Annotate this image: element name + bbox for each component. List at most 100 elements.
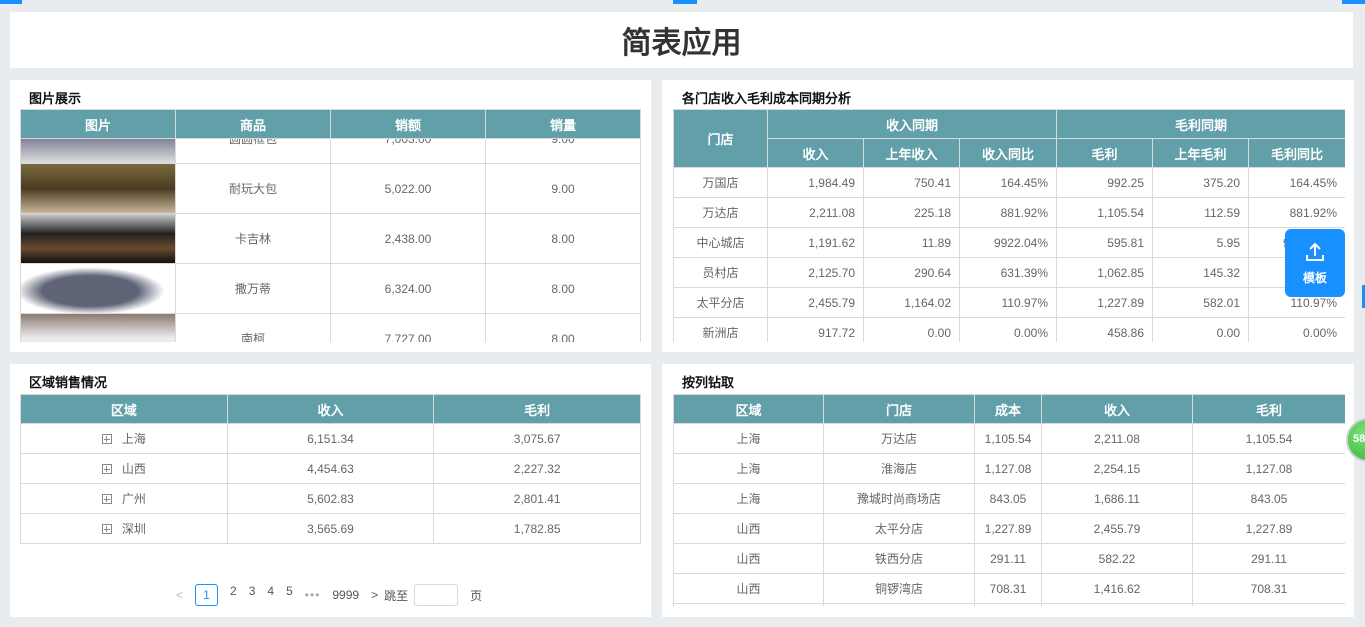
table-cell: 山西 [20,453,228,484]
table-cell: 631.39% [959,257,1057,288]
table-cell: 1,062.85 [1056,257,1153,288]
table-cell: 2,227.32 [433,453,641,484]
table-cell: 7,003.00 [330,139,486,164]
expand-icon[interactable] [101,464,112,474]
page-5[interactable]: 5 [286,584,293,606]
table-row[interactable]: 员村店2,125.70290.64631.39%1,062.85145.3263… [673,257,1345,288]
table-cell: 582.01 [1152,287,1249,318]
page-4[interactable]: 4 [267,584,274,606]
table-row[interactable]: 山西 太平分店 1,227.89 2,455.79 1,227.89 [673,513,1345,544]
table-cell: 375.20 [1152,167,1249,198]
table-row[interactable]: 万达店 2,211.08 225.18 881.92% 1,105.54 112.59 88… [673,197,1345,228]
page-1[interactable]: 1 [195,584,219,606]
table-row[interactable]: 上海 豫城时尚商场店 843.05 1,686.11 843.05 [673,483,1345,514]
table-row[interactable]: 圆圆框包7,003.009.00 [20,139,641,164]
table-cell: 112.59 [1152,197,1249,228]
table-cell: 5,022.00 [330,163,486,214]
drill-table[interactable]: 区域 门店 成本 收入 毛利 上海 万达店 1,105.54 2,211.08 1,105.54 上… [673,394,1345,606]
product-image-cell [20,139,176,164]
table-row[interactable]: 中心城店1,191.6211.899922.04%595.815.959922.… [673,227,1345,258]
top-indicator [0,0,22,4]
table-row[interactable]: 上海 淮海店 1,127.08 2,254.15 1,127.08 [673,453,1345,484]
table-row[interactable]: 山西 4,454.63 2,227.32 [20,453,641,484]
table-row[interactable]: 上海 6,151.34 3,075.67 [20,423,641,454]
table-cell: 1,105.54 [1056,197,1153,228]
table-row[interactable]: 新洲店 917.72 0.00 0.00% 458.86 0.00 0.00% [673,317,1345,342]
table-cell: 843.05 [1192,483,1345,514]
table-cell: 员村店 [673,257,768,288]
header-profit-group: 毛利同期 [1056,109,1345,139]
table-cell: 2,254.15 [1041,453,1193,484]
table-cell: 1,782.85 [433,513,641,544]
next-page-icon[interactable]: > [371,588,378,602]
column-header: 区域 [20,394,228,424]
table-row[interactable]: 南柯 7,727.00 8.00 [20,313,641,342]
table-cell: 2,211.08 [1041,423,1193,454]
column-header: 销额 [330,109,486,139]
table-cell: 1,416.62 [1041,573,1193,604]
table-cell: 1,686.11 [1041,483,1193,514]
table-cell: 0.00% [959,317,1057,342]
jump-page-input[interactable] [414,584,459,606]
pagination-ellipsis[interactable]: ••• [305,588,321,602]
table-row[interactable]: 撒万蒂 6,324.00 8.00 [20,263,641,314]
table-cell: 2,438.00 [330,213,486,264]
table-cell: 8.00 [485,263,641,314]
column-header: 商品 [175,109,331,139]
prev-page-icon[interactable]: < [176,588,183,602]
table-row[interactable]: 万国店 1,984.49 750.41 164.45% 992.25 375.20 164.… [673,167,1345,198]
table-row[interactable]: 上海 万达店 1,105.54 2,211.08 1,105.54 [673,423,1345,454]
cell-text: 2,227.32 [513,461,561,476]
table-row[interactable]: 广州 5,602.83 2,801.41 [20,483,641,514]
cell-text: 广州 [121,492,146,506]
table-cell: 3,565.69 [226,513,435,544]
header-row: 区域 门店 成本 收入 毛利 [673,394,1345,424]
page-last[interactable]: 9999 [332,588,359,602]
table-cell: 2,125.70 [767,257,864,288]
image-table-body[interactable]: 圆圆框包7,003.009.00耐玩大包5,022.009.00卡吉林2,438… [20,139,641,342]
table-row[interactable]: 山西 铜锣湾店 708.31 1,416.62 708.31 [673,573,1345,604]
table-cell: 万达店 [823,423,975,454]
table-cell: 1,127.08 [974,453,1042,484]
expand-icon[interactable] [101,494,112,504]
table-cell: 中心城店 [673,227,768,258]
table-cell: 1,105.54 [1192,423,1345,454]
table-cell: 1,227.89 [1192,513,1345,544]
table-row[interactable]: 卡吉林 2,438.00 8.00 [20,213,641,264]
page-suffix: 页 [470,588,483,603]
table-cell: 2,455.79 [767,287,864,318]
table-cell: 881.92% [1248,197,1345,228]
table-cell: 上海 [20,423,228,454]
upload-icon [1306,242,1324,261]
column-header: 图片 [20,109,176,139]
table-row[interactable] [673,603,1345,606]
template-button[interactable]: 模板 [1285,229,1345,297]
expand-icon[interactable] [101,434,112,444]
image-table-header: 图片 商品 销额 销量 [20,109,641,139]
cell-text: 2,801.41 [513,491,561,506]
product-image [21,139,175,163]
page-2[interactable]: 2 [230,584,237,606]
product-image-cell [20,313,176,342]
table-cell: 145.32 [1152,257,1249,288]
table-row[interactable]: 深圳 3,565.69 1,782.85 [20,513,641,544]
table-cell: 6,151.34 [226,423,435,454]
table-row[interactable]: 耐玩大包 5,022.00 9.00 [20,163,641,214]
table-cell: 6,324.00 [330,263,486,314]
table-cell: 4,454.63 [226,453,435,484]
table-cell: 7,727.00 [330,313,486,342]
table-row[interactable]: 太平分店 2,455.79 1,164.02 110.97% 1,227.89 582.0… [673,287,1345,318]
table-cell: 南柯 [175,313,331,342]
cell-text: 深圳 [121,522,146,536]
expand-icon[interactable] [101,524,112,534]
table-row[interactable]: 山西 铁西分店 291.11 582.22 291.11 [673,543,1345,574]
table-cell: 291.11 [1192,543,1345,574]
table-cell [974,603,1042,606]
table-cell [673,603,824,606]
table-cell: 5.95 [1152,227,1249,258]
table-cell: 淮海店 [823,453,975,484]
table-cell: 上海 [673,453,824,484]
store-table[interactable]: 门店 收入同期 毛利同期 收入 上年收入 收入同比 毛利 上年毛利 毛利同比 万国店 1,9… [673,109,1345,342]
table-cell: 0.00% [1248,317,1345,342]
page-3[interactable]: 3 [249,584,256,606]
